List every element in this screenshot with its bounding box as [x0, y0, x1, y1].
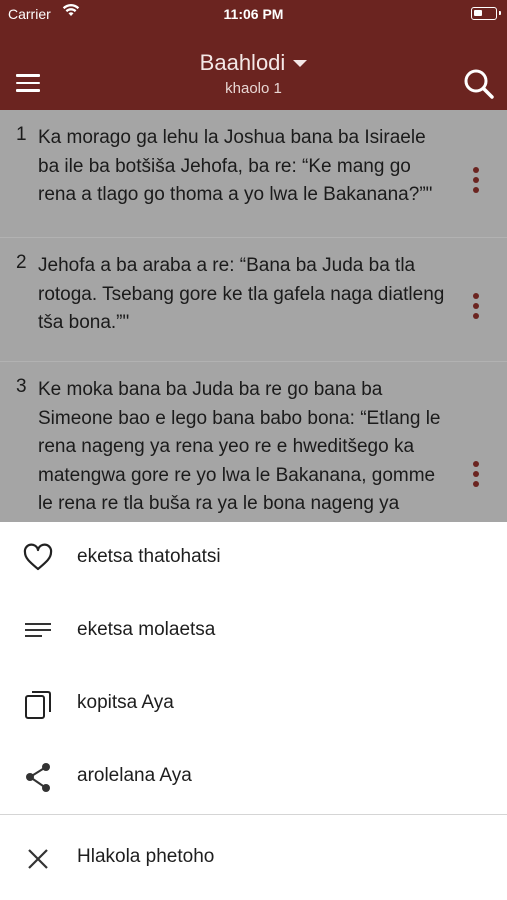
book-selector[interactable]: Baahlodi khaolo 1	[0, 50, 507, 97]
status-time: 11:06 PM	[223, 6, 284, 22]
verse-list: 1 Ka morago ga lehu la Joshua bana ba Is…	[0, 110, 507, 522]
verse-item[interactable]: 2 Jehofa a ba araba a re: “Bana ba Juda …	[0, 238, 507, 362]
add-note-option[interactable]: eketsa molaetsa	[0, 595, 507, 665]
copy-icon	[25, 691, 51, 719]
verse-item[interactable]: 3 Ke moka bana ba Juda ba re go bana ba …	[0, 362, 507, 522]
status-bar: Carrier 11:06 PM	[0, 0, 507, 30]
more-vertical-icon[interactable]	[473, 167, 479, 197]
copy-verse-option[interactable]: kopitsa Aya	[0, 668, 507, 738]
sheet-divider	[0, 814, 507, 815]
share-verse-option[interactable]: arolelana Aya	[0, 741, 507, 811]
search-icon[interactable]	[463, 68, 495, 100]
verse-number: 2	[16, 252, 27, 273]
chapter-subtitle: khaolo 1	[225, 80, 282, 97]
add-note-label: eketsa molaetsa	[77, 619, 216, 640]
verse-text: Ke moka bana ba Juda ba re go bana ba Si…	[38, 379, 441, 522]
verse-text: Ka morago ga lehu la Joshua bana ba Isir…	[38, 127, 433, 205]
page-title[interactable]: Baahlodi	[200, 50, 286, 75]
cancel-option[interactable]: Hlakola phetoho	[0, 822, 507, 892]
share-verse-label: arolelana Aya	[77, 765, 192, 786]
cancel-label: Hlakola phetoho	[77, 846, 215, 867]
dropdown-caret-icon[interactable]	[293, 60, 308, 68]
more-vertical-icon[interactable]	[473, 461, 479, 491]
verse-item[interactable]: 1 Ka morago ga lehu la Joshua bana ba Is…	[0, 110, 507, 238]
verse-number: 1	[16, 124, 27, 145]
verse-text: Jehofa a ba araba a re: “Bana ba Juda ba…	[38, 255, 445, 333]
heart-icon	[23, 543, 53, 571]
lines-icon	[25, 623, 51, 637]
more-vertical-icon[interactable]	[473, 293, 479, 323]
nav-bar: Baahlodi khaolo 1	[0, 30, 507, 110]
add-favorite-label: eketsa thatohatsi	[77, 546, 221, 567]
action-sheet: eketsa thatohatsi eketsa molaetsa kopits…	[0, 522, 507, 900]
close-icon	[28, 849, 48, 869]
share-icon	[26, 763, 50, 792]
verse-number: 3	[16, 376, 27, 397]
copy-verse-label: kopitsa Aya	[77, 692, 174, 713]
battery-icon	[471, 7, 501, 20]
add-favorite-option[interactable]: eketsa thatohatsi	[0, 522, 507, 592]
